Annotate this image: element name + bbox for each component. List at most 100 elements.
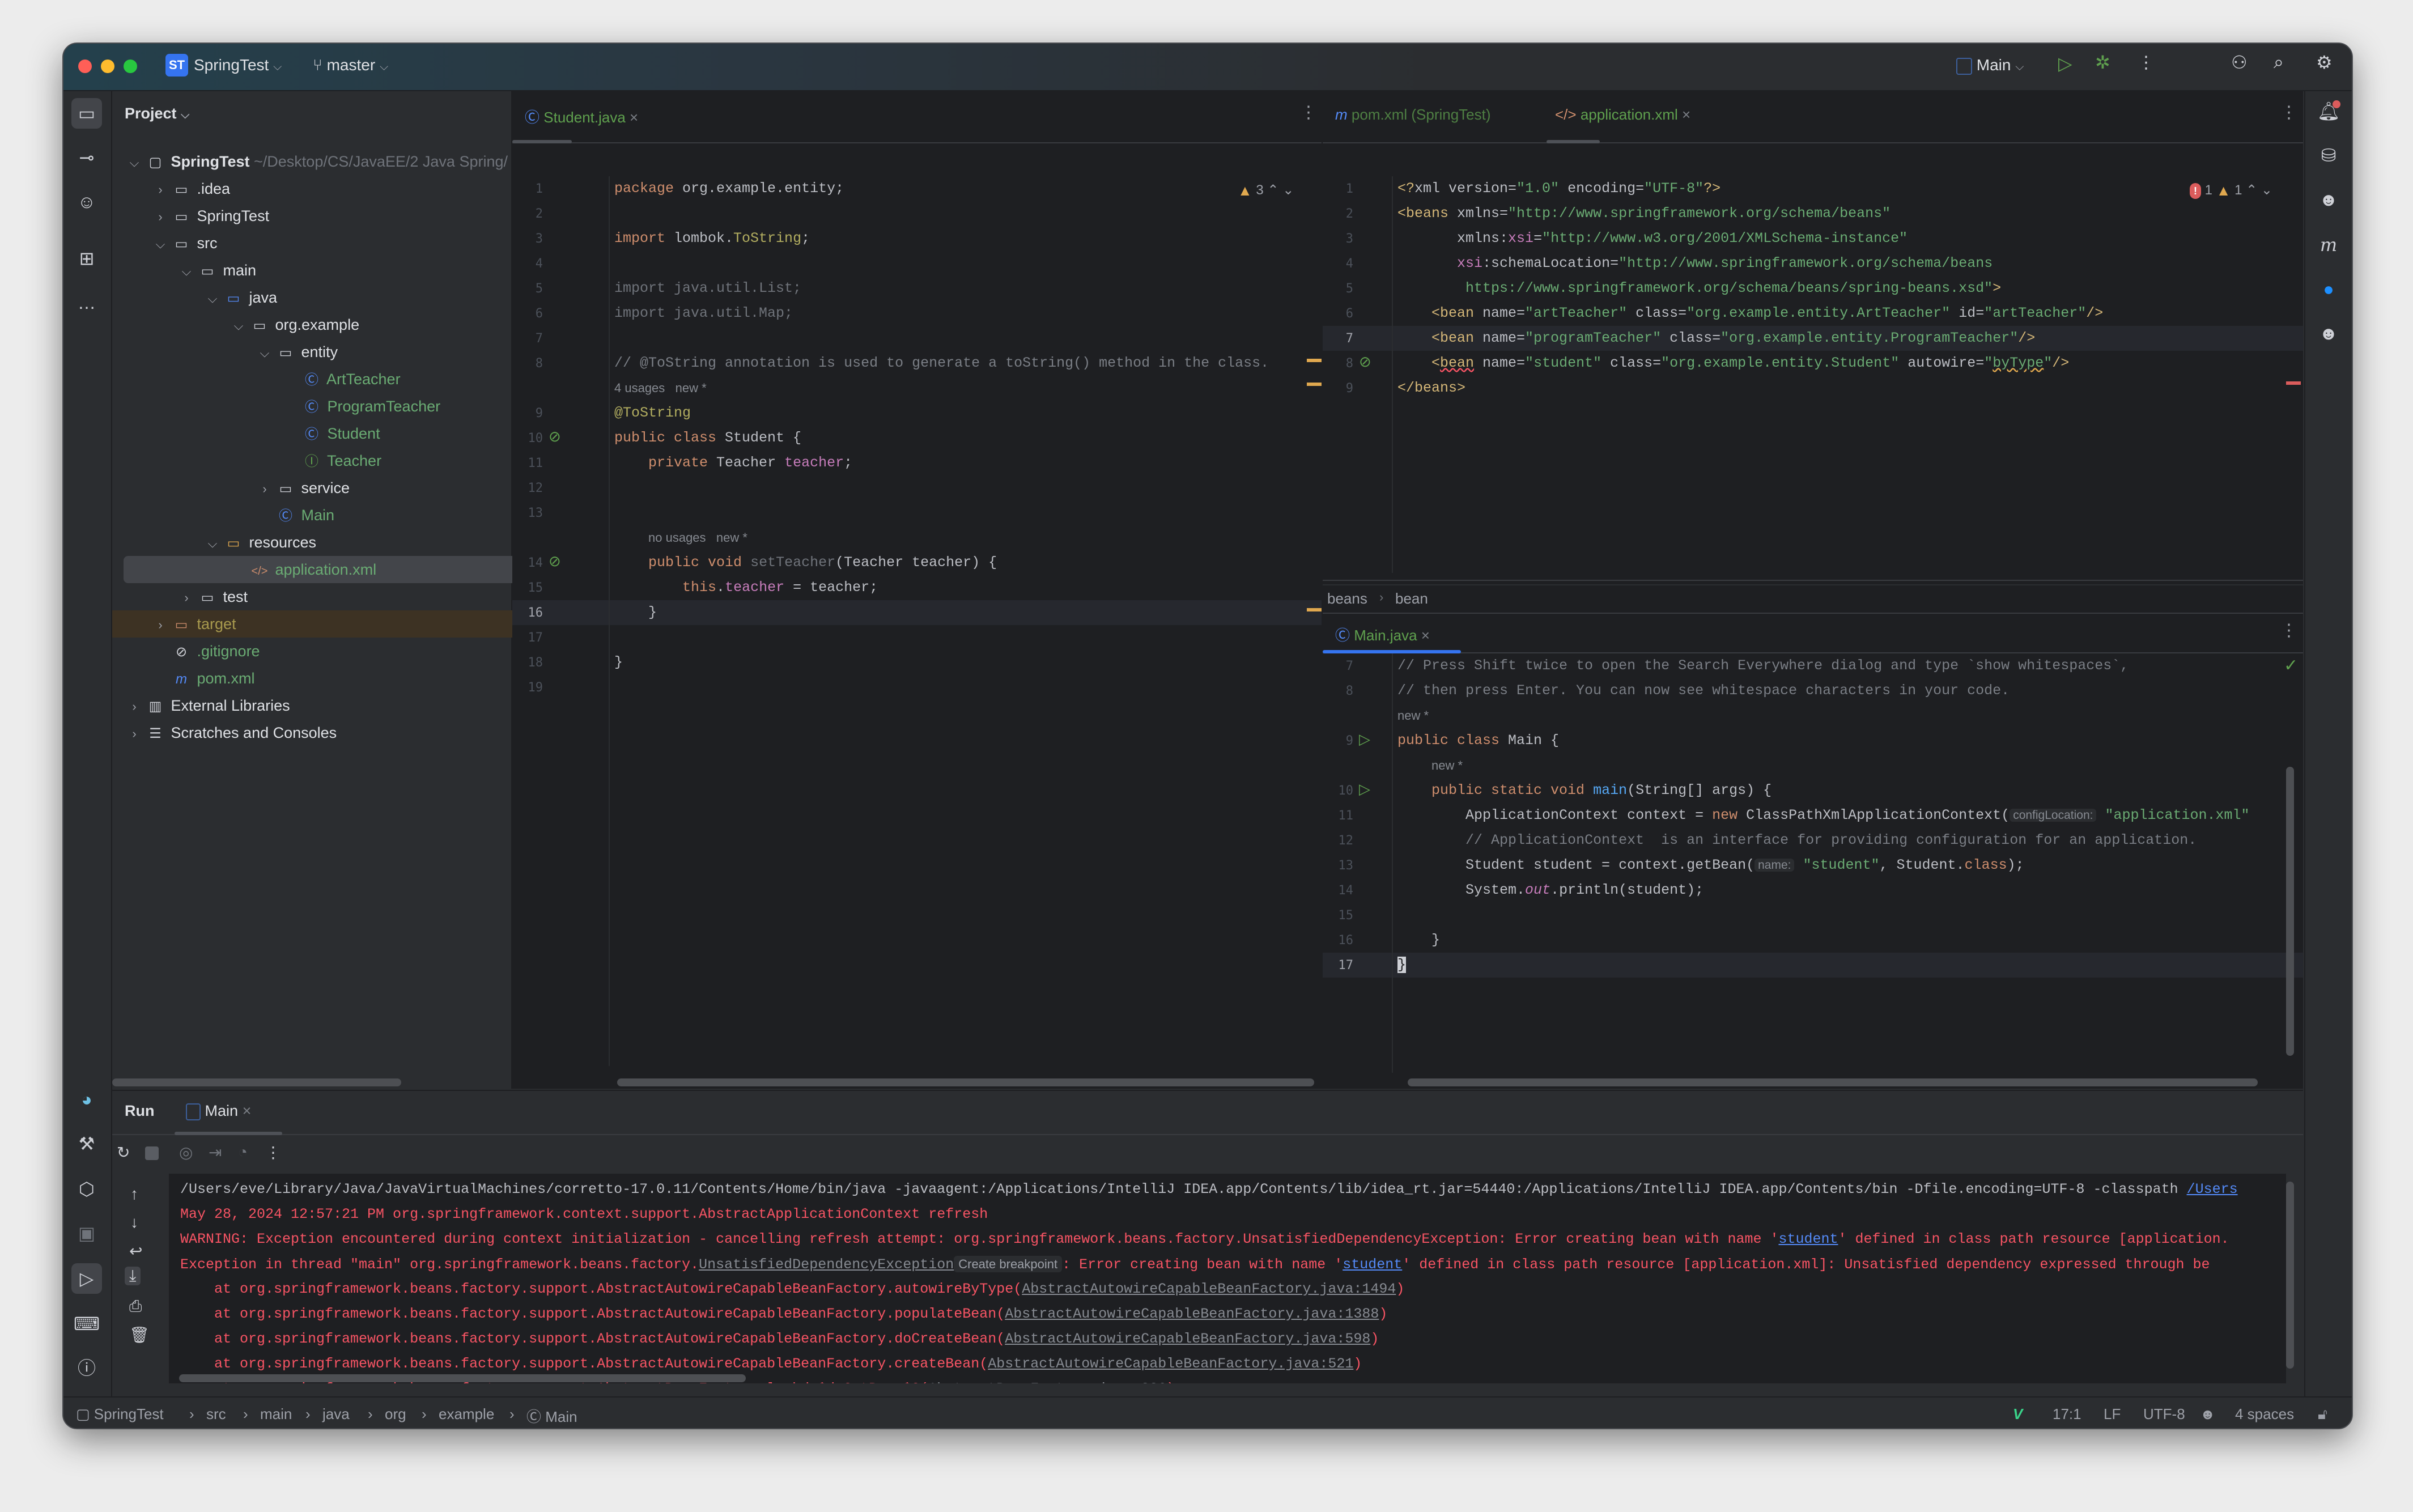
read-only-lock-icon[interactable]: 🔓︎ bbox=[2318, 1405, 2327, 1424]
status-breadcrumb-item[interactable]: src bbox=[206, 1405, 226, 1423]
chevron-right-icon[interactable]: › bbox=[177, 584, 196, 611]
close-tab-icon[interactable]: × bbox=[630, 109, 638, 126]
tab-menu-icon[interactable]: ⋮ bbox=[2280, 103, 2297, 122]
tree-item[interactable]: ⌵ ▢ SpringTest ~/Desktop/CS/JavaEE/2 Java… bbox=[112, 148, 524, 175]
cursor-position[interactable]: 17:1 bbox=[2053, 1405, 2081, 1423]
status-breadcrumb-item[interactable]: org bbox=[385, 1405, 406, 1423]
import-icon[interactable]: ⇥ bbox=[209, 1143, 222, 1162]
status-breadcrumb-item[interactable]: example bbox=[439, 1405, 494, 1423]
rerun-icon[interactable]: ↻ bbox=[117, 1143, 130, 1162]
status-breadcrumb-item[interactable]: ▢ SpringTest bbox=[76, 1405, 164, 1423]
maven-tool-icon[interactable]: m bbox=[2313, 230, 2344, 260]
chat-icon[interactable]: ● bbox=[2313, 274, 2344, 304]
spring-bean-gutter-icon[interactable]: ⊘ bbox=[1359, 353, 1371, 371]
student-horizontal-scrollbar[interactable] bbox=[617, 1078, 1314, 1086]
more-actions-icon[interactable]: ⋮ bbox=[2138, 53, 2155, 73]
chevron-right-icon[interactable]: › bbox=[151, 611, 170, 639]
tree-item[interactable]: ⌵ ▭ main bbox=[112, 257, 576, 284]
chevron-down-icon[interactable]: ⌵ bbox=[255, 339, 274, 367]
chevron-down-icon[interactable]: ⌵ bbox=[125, 149, 144, 176]
services-icon[interactable]: ⬡ bbox=[71, 1174, 102, 1204]
tree-item[interactable]: › ▭ SpringTest bbox=[112, 202, 550, 230]
stop-icon[interactable] bbox=[145, 1146, 159, 1160]
chevron-down-icon[interactable]: ⌵ bbox=[229, 312, 248, 339]
close-tab-icon[interactable]: × bbox=[1421, 627, 1430, 644]
run-icon[interactable]: ▷ bbox=[2058, 53, 2072, 74]
add-user-icon[interactable]: ⚇ bbox=[2231, 52, 2248, 73]
tab-application-xml[interactable]: </> application.xml × bbox=[1555, 106, 1690, 124]
copilot-status-icon[interactable]: ☻ bbox=[2200, 1405, 2215, 1423]
chevron-down-icon[interactable]: ⌵ bbox=[151, 231, 170, 258]
main-horizontal-scrollbar[interactable] bbox=[1408, 1078, 2258, 1086]
breadcrumb-bean[interactable]: bean bbox=[1395, 590, 1428, 608]
camera-icon[interactable]: ◎ bbox=[179, 1143, 193, 1162]
more-tools-icon[interactable]: … bbox=[71, 287, 102, 318]
tab-student-java[interactable]: Ⓒ Student.java × bbox=[525, 106, 638, 127]
project-panel-title[interactable]: Project ⌵ bbox=[125, 105, 189, 122]
vim-icon[interactable]: V bbox=[2013, 1405, 2023, 1423]
tree-item[interactable]: › ▭ .idea bbox=[112, 175, 550, 202]
chevron-right-icon[interactable]: › bbox=[125, 720, 144, 747]
scroll-down-icon[interactable]: ↓ bbox=[130, 1213, 138, 1231]
indent-setting[interactable]: 4 spaces bbox=[2235, 1405, 2294, 1423]
tab-pom-xml[interactable]: m pom.xml (SpringTest) bbox=[1335, 106, 1491, 124]
tree-item[interactable]: ⊘ .gitignore bbox=[112, 638, 550, 665]
search-icon[interactable]: ⌕ bbox=[2274, 52, 2284, 73]
debug-icon[interactable]: ✲ bbox=[2095, 52, 2110, 73]
run-gutter-icon[interactable]: ▷ bbox=[1359, 730, 1370, 748]
endpoints-icon[interactable]: ▣ bbox=[71, 1218, 102, 1248]
problems-icon[interactable]: ⓘ bbox=[71, 1353, 102, 1383]
console-output[interactable]: /Users/eve/Library/Java/JavaVirtualMachi… bbox=[169, 1174, 2286, 1383]
close-tab-icon[interactable]: × bbox=[243, 1102, 252, 1119]
inspection-widget[interactable]: ▲ 3 ⌃ ⌄ bbox=[1238, 182, 1294, 199]
structure-icon[interactable]: ⊞ bbox=[71, 243, 102, 274]
ai-assistant-icon[interactable]: ☺ bbox=[71, 186, 102, 217]
tab-main-java[interactable]: Ⓒ Main.java × bbox=[1335, 624, 1430, 645]
chevron-right-icon[interactable]: › bbox=[151, 176, 170, 203]
chevron-right-icon[interactable]: › bbox=[151, 203, 170, 231]
main-vertical-scrollbar[interactable] bbox=[2286, 767, 2294, 1056]
run-config-selector[interactable]: Main ⌵ bbox=[1956, 56, 2024, 75]
console-vertical-scrollbar[interactable] bbox=[2286, 1182, 2294, 1369]
tree-item[interactable]: › ▭ test bbox=[112, 583, 576, 610]
chevron-down-icon[interactable]: ⌵ bbox=[203, 530, 222, 557]
status-breadcrumb-item[interactable]: main bbox=[260, 1405, 292, 1423]
commit-icon[interactable]: ⊸ bbox=[71, 142, 102, 173]
soft-wrap-icon[interactable]: ↩ bbox=[129, 1242, 142, 1260]
console-horizontal-scrollbar[interactable] bbox=[179, 1374, 746, 1382]
chevron-down-icon[interactable]: ⌵ bbox=[203, 285, 222, 312]
chevron-right-icon[interactable]: › bbox=[125, 693, 144, 720]
print-icon[interactable]: ⎙ bbox=[129, 1297, 142, 1316]
run-tab-main[interactable]: Main × bbox=[186, 1102, 251, 1120]
minimize-window-button[interactable] bbox=[101, 60, 114, 73]
terminal-icon[interactable]: ⌨ bbox=[71, 1309, 102, 1339]
build-icon[interactable]: ⚒ bbox=[71, 1128, 102, 1159]
tree-item[interactable]: ⌵ ▭ src bbox=[112, 230, 550, 257]
close-tab-icon[interactable]: × bbox=[1682, 106, 1690, 123]
project-view-icon[interactable]: ▭ bbox=[71, 98, 102, 129]
chevron-down-icon[interactable]: ⌵ bbox=[177, 258, 196, 285]
profiler-icon[interactable]: ◔ bbox=[238, 1143, 248, 1161]
gopher-icon[interactable]: ◕ bbox=[71, 1084, 102, 1115]
tree-item[interactable]: › ▭ target bbox=[112, 610, 550, 638]
run-gutter-icon[interactable]: ▷ bbox=[1359, 780, 1370, 798]
chevron-right-icon[interactable]: › bbox=[255, 475, 274, 503]
breadcrumb-beans[interactable]: beans bbox=[1327, 590, 1367, 608]
more-actions-icon[interactable]: ⋮ bbox=[265, 1143, 281, 1162]
copilot-icon[interactable]: ☻ bbox=[2313, 184, 2344, 215]
clear-icon[interactable]: 🗑︎ bbox=[129, 1326, 150, 1344]
notifications-icon[interactable]: 🔔︎ bbox=[2313, 96, 2344, 126]
status-breadcrumb-item[interactable]: java bbox=[322, 1405, 350, 1423]
project-horizontal-scrollbar[interactable] bbox=[112, 1078, 401, 1086]
project-selector[interactable]: SpringTest ⌵ bbox=[194, 56, 282, 74]
copilot-chat-icon[interactable]: ☻ bbox=[2313, 318, 2344, 349]
file-encoding[interactable]: UTF-8 bbox=[2143, 1405, 2185, 1423]
inspection-widget[interactable]: ! 1 ▲ 1 ⌃ ⌄ bbox=[2190, 182, 2272, 199]
tree-item[interactable]: m pom.xml bbox=[112, 665, 550, 692]
scroll-up-icon[interactable]: ↑ bbox=[130, 1185, 138, 1203]
line-ending[interactable]: LF bbox=[2104, 1405, 2121, 1423]
branch-selector[interactable]: ⑂ master ⌵ bbox=[313, 56, 388, 74]
database-icon[interactable]: ⛁ bbox=[2313, 140, 2344, 171]
spring-bean-gutter-icon[interactable]: ⊘ bbox=[549, 553, 561, 570]
tab-menu-icon[interactable]: ⋮ bbox=[1300, 103, 1317, 122]
